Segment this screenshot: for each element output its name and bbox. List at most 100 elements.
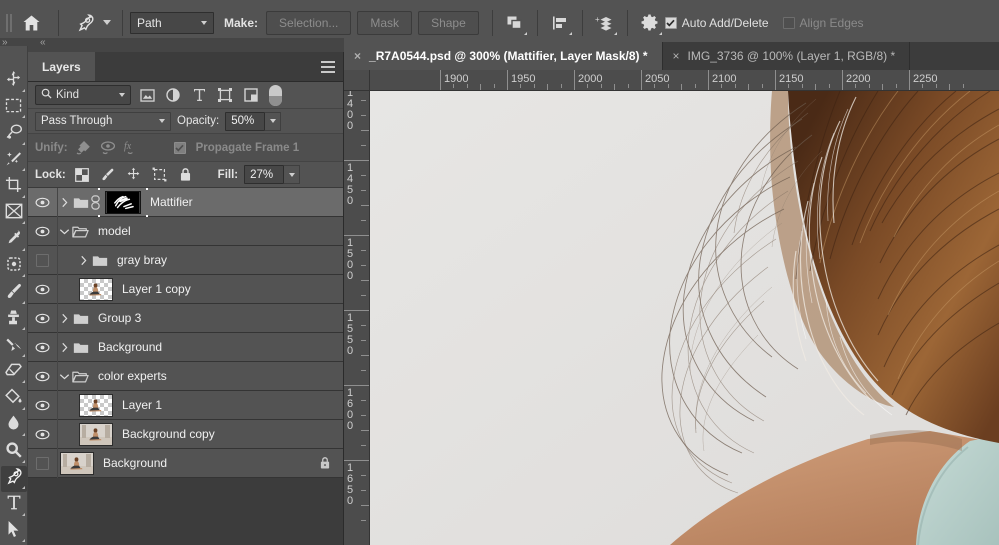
layer-row[interactable]: Background copy xyxy=(28,419,343,449)
opacity-input[interactable]: 50% xyxy=(225,111,266,131)
blur-tool[interactable] xyxy=(1,413,27,440)
filter-enable-toggle-icon[interactable] xyxy=(269,84,282,106)
filter-pixel-layers-icon[interactable] xyxy=(137,85,157,105)
path-settings-button[interactable] xyxy=(635,8,665,38)
eyedropper-tool[interactable] xyxy=(1,227,27,254)
layer-visibility-eye-icon[interactable] xyxy=(28,274,58,304)
collapse-dock-icon[interactable]: « xyxy=(40,37,46,48)
lasso-tool[interactable] xyxy=(1,121,27,148)
options-bar-grip[interactable] xyxy=(6,10,16,36)
fill-stepper[interactable] xyxy=(284,165,301,184)
eraser-tool[interactable] xyxy=(1,360,27,387)
make-shape-button[interactable]: Shape xyxy=(418,10,479,35)
crop-tool[interactable] xyxy=(1,174,27,201)
filter-shape-layers-icon[interactable] xyxy=(215,85,235,105)
frame-tool[interactable] xyxy=(1,201,27,228)
tool-preset-chevron-down-icon[interactable] xyxy=(103,20,111,25)
gradient-tool[interactable] xyxy=(1,386,27,413)
layer-thumbnail[interactable] xyxy=(79,277,113,301)
path-selection-tool[interactable] xyxy=(1,519,27,545)
filter-smart-object-icon[interactable] xyxy=(241,85,261,105)
ruler-major-tick xyxy=(344,385,369,386)
opacity-stepper[interactable] xyxy=(265,111,282,131)
layer-thumbnail[interactable] xyxy=(79,393,113,417)
layer-visibility-eye-icon[interactable] xyxy=(28,390,58,420)
document-canvas[interactable] xyxy=(370,91,999,545)
path-alignment-button[interactable] xyxy=(545,8,575,38)
layer-visibility-eye-icon[interactable] xyxy=(28,216,58,246)
close-icon[interactable]: × xyxy=(673,50,680,62)
layer-visibility-eye-icon[interactable] xyxy=(28,332,58,362)
unify-style-icon[interactable]: fx xyxy=(123,138,143,158)
unify-visibility-icon[interactable] xyxy=(98,138,118,158)
type-tool[interactable] xyxy=(1,492,27,519)
blend-mode-select[interactable]: Pass Through xyxy=(35,111,171,131)
layer-row[interactable]: Mattifier xyxy=(28,188,343,221)
home-icon[interactable] xyxy=(16,8,51,38)
auto-add-delete-checkbox[interactable] xyxy=(664,16,677,29)
align-edges-checkbox[interactable] xyxy=(782,16,795,29)
object-selection-tool[interactable] xyxy=(1,148,27,175)
layer-mask-thumbnail[interactable] xyxy=(98,188,148,221)
filter-type-layers-icon[interactable] xyxy=(189,85,209,105)
layer-row[interactable]: model xyxy=(28,216,343,246)
filter-adjustment-layers-icon[interactable] xyxy=(163,85,183,105)
ruler-origin[interactable] xyxy=(344,70,370,91)
layer-visibility-eye-icon[interactable] xyxy=(28,303,58,333)
close-icon[interactable]: × xyxy=(354,50,361,62)
dodge-tool[interactable] xyxy=(1,439,27,466)
layer-visibility-eye-icon[interactable] xyxy=(28,188,58,217)
lock-image-pixels-icon[interactable] xyxy=(98,165,118,185)
layer-mask-link-icon[interactable] xyxy=(89,194,102,210)
filter-kind-select[interactable]: Kind xyxy=(35,85,131,105)
layer-visibility-off-icon[interactable] xyxy=(28,245,58,275)
layer-visibility-eye-icon[interactable] xyxy=(28,361,58,391)
layer-row[interactable]: Layer 1 copy xyxy=(28,274,343,304)
chevron-right-icon[interactable] xyxy=(58,304,71,333)
move-tool[interactable] xyxy=(1,68,27,95)
lock-all-icon[interactable] xyxy=(176,165,196,185)
brush-tool[interactable] xyxy=(1,280,27,307)
panel-menu-icon[interactable] xyxy=(321,61,335,76)
layer-row[interactable]: Background xyxy=(28,332,343,362)
make-mask-button[interactable]: Mask xyxy=(357,10,413,35)
layer-row[interactable]: Layer 1 xyxy=(28,390,343,420)
lock-transparent-pixels-icon[interactable] xyxy=(72,165,92,185)
layer-list[interactable]: Mattifier model gray bray Layer 1 copy Group… xyxy=(28,188,343,545)
ruler-minor-tick xyxy=(361,265,366,266)
unify-position-icon[interactable] xyxy=(73,138,93,158)
pen-tool[interactable] xyxy=(0,465,27,492)
document-tab[interactable]: × IMG_3736 @ 100% (Layer 1, RGB/8) * xyxy=(662,42,911,70)
lock-artboard-nesting-icon[interactable] xyxy=(150,165,170,185)
clone-stamp-tool[interactable] xyxy=(1,307,27,334)
horizontal-ruler[interactable]: 1900 1950 2000 2050 2100 2150 2200 2250 xyxy=(370,70,999,91)
vertical-ruler[interactable]: 1400 1450 1500 1550 1600 1650 xyxy=(344,91,370,545)
lock-position-icon[interactable] xyxy=(124,165,144,185)
layer-row[interactable]: Group 3 xyxy=(28,303,343,333)
layer-row[interactable]: gray bray xyxy=(28,245,343,275)
fill-input[interactable]: 27% xyxy=(244,165,285,184)
marquee-tool[interactable] xyxy=(1,95,27,122)
spot-healing-tool[interactable] xyxy=(1,254,27,281)
layer-row[interactable]: Background xyxy=(28,448,343,478)
path-operations-button[interactable] xyxy=(500,8,530,38)
propagate-frame-checkbox[interactable] xyxy=(173,141,186,154)
history-brush-tool[interactable] xyxy=(1,333,27,360)
ruler-major-tick xyxy=(344,160,369,161)
tab-layers[interactable]: Layers xyxy=(28,52,95,81)
path-mode-select[interactable]: Path xyxy=(130,11,214,34)
active-tool-indicator[interactable] xyxy=(66,8,115,38)
layer-row[interactable]: color experts xyxy=(28,361,343,391)
layer-visibility-eye-icon[interactable] xyxy=(28,419,58,449)
path-arrangement-button[interactable]: + xyxy=(590,8,620,38)
chevron-down-icon[interactable] xyxy=(58,362,71,391)
make-selection-button[interactable]: Selection... xyxy=(266,10,352,35)
chevron-right-icon[interactable] xyxy=(58,333,71,362)
layer-thumbnail[interactable] xyxy=(79,422,113,446)
chevron-right-icon[interactable] xyxy=(77,246,90,275)
layer-visibility-off-icon[interactable] xyxy=(28,448,58,478)
chevron-down-icon[interactable] xyxy=(58,217,71,246)
chevron-right-icon[interactable] xyxy=(58,188,71,217)
layer-thumbnail[interactable] xyxy=(60,451,94,475)
document-tab[interactable]: × _R7A0544.psd @ 300% (Mattifier, Layer M… xyxy=(344,42,663,70)
